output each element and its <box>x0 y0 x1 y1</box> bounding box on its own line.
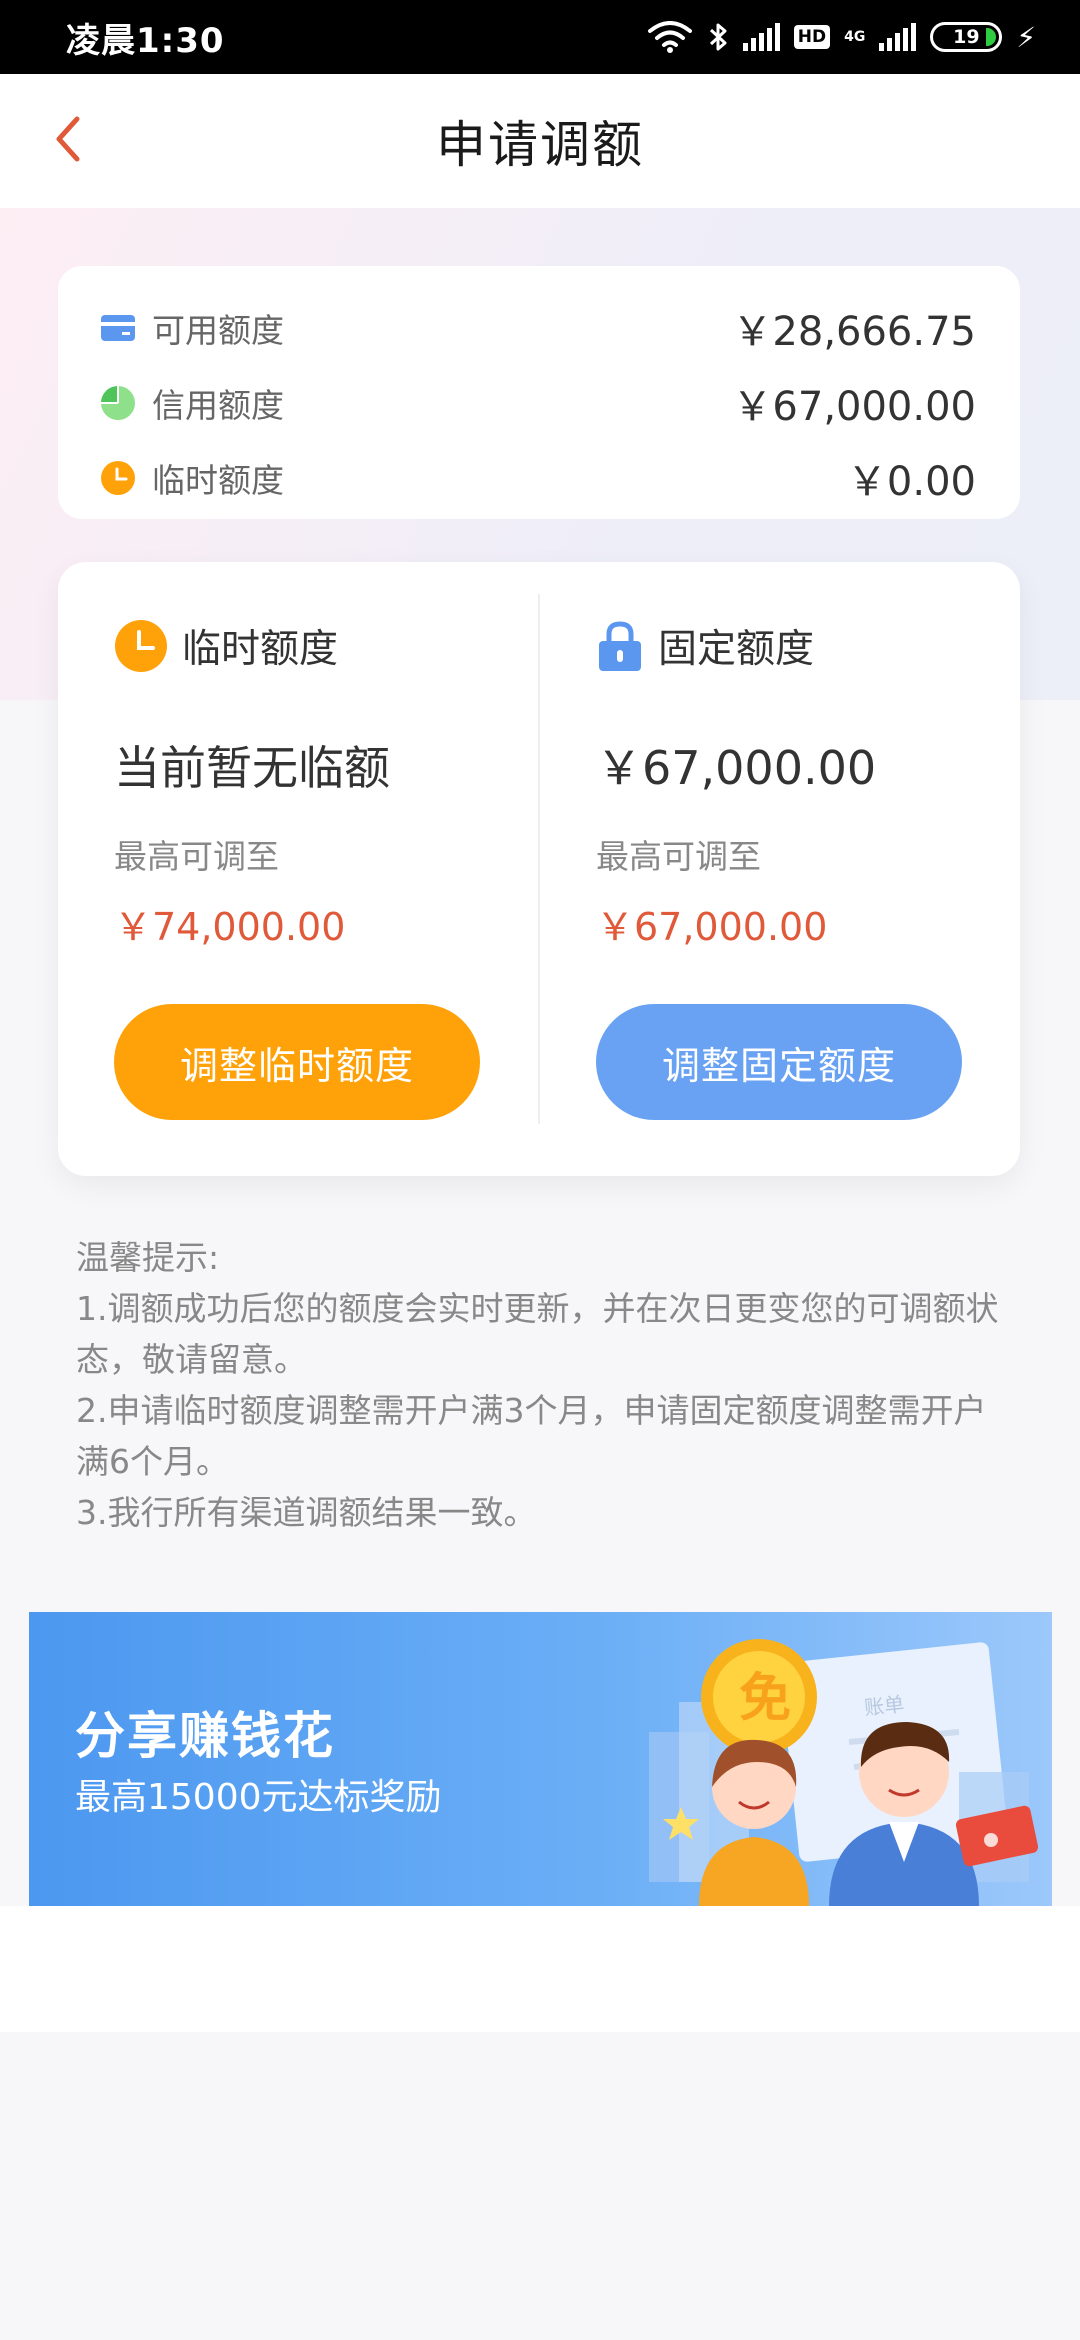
hd-badge: HD <box>793 25 831 49</box>
promo-banner[interactable]: 分享赚钱花 最高15000元达标奖励 账单 免 <box>29 1612 1052 1906</box>
battery-level: 19 <box>953 26 980 48</box>
wifi-icon <box>647 21 692 53</box>
column-divider <box>538 594 540 1124</box>
fixed-max-label: 最高可调至 <box>596 837 761 876</box>
chevron-left-icon <box>56 116 80 162</box>
status-time: 凌晨1:30 <box>66 20 225 61</box>
clock-icon <box>115 620 167 672</box>
summary-value: ￥67,000.00 <box>732 383 976 430</box>
temporary-max-value: ￥74,000.00 <box>114 905 346 949</box>
coin-icon: 免 <box>701 1639 817 1755</box>
tips-title: 温馨提示: <box>76 1238 220 1277</box>
navigation-header: 申请调额 <box>0 74 1080 208</box>
tips-line: 1.调额成功后您的额度会实时更新，并在次日更变您的可调额状态，敬请留意。 <box>76 1289 999 1379</box>
network-type: 4G <box>844 29 866 45</box>
temporary-limit-label: 临时额度 <box>182 627 339 672</box>
charging-icon: ⚡ <box>1016 20 1036 54</box>
temporary-max-label: 最高可调至 <box>114 837 279 876</box>
summary-label: 可用额度 <box>152 310 284 350</box>
fixed-limit-label: 固定额度 <box>658 627 815 672</box>
summary-row-credit: 信用额度 ￥67,000.00 <box>100 365 976 440</box>
adjust-temporary-limit-button[interactable]: 调整临时额度 <box>114 1004 480 1120</box>
temporary-limit-status: 当前暂无临额 <box>114 741 390 795</box>
pie-chart-icon <box>100 385 136 421</box>
summary-value: ￥28,666.75 <box>732 308 976 355</box>
coin-text: 免 <box>739 1669 791 1729</box>
status-bar: 凌晨1:30 HD 4G 19 ⚡ <box>0 0 1080 74</box>
signal-icon <box>742 23 780 51</box>
adjust-limit-card: 临时额度 当前暂无临额 最高可调至 ￥74,000.00 调整临时额度 固定额度… <box>58 562 1020 1176</box>
fixed-limit-column: 固定额度 ￥67,000.00 最高可调至 ￥67,000.00 调整固定额度 <box>596 562 976 1176</box>
summary-label: 信用额度 <box>152 385 284 425</box>
banner-title: 分享赚钱花 <box>75 1707 335 1765</box>
fixed-limit-current: ￥67,000.00 <box>596 741 877 795</box>
bill-paper-text: 账单 <box>863 1692 905 1720</box>
summary-value: ￥0.00 <box>846 458 976 505</box>
temporary-limit-column: 临时额度 当前暂无临额 最高可调至 ￥74,000.00 调整临时额度 <box>114 562 494 1176</box>
summary-row-temporary: 临时额度 ￥0.00 <box>100 440 976 515</box>
summary-row-available: 可用额度 ￥28,666.75 <box>100 290 976 365</box>
status-icons: HD 4G 19 ⚡ <box>647 21 1036 54</box>
bottom-spacer <box>0 1906 1080 2032</box>
bluetooth-icon <box>709 23 727 51</box>
banner-subtitle: 最高15000元达标奖励 <box>75 1777 442 1818</box>
clock-icon <box>100 460 136 496</box>
adjust-fixed-limit-button[interactable]: 调整固定额度 <box>596 1004 962 1120</box>
tips-line: 2.申请临时额度调整需开户满3个月，申请固定额度调整需开户满6个月。 <box>76 1391 987 1481</box>
fixed-max-value: ￥67,000.00 <box>596 905 828 949</box>
page-title: 申请调额 <box>436 116 644 174</box>
back-button[interactable] <box>32 104 102 174</box>
card-icon <box>100 310 136 346</box>
credit-summary-card: 可用额度 ￥28,666.75 信用额度 ￥67,000.00 临时额度 ￥0.… <box>58 266 1020 519</box>
battery-icon: 19 <box>930 22 1003 52</box>
tips-section: 温馨提示: 1.调额成功后您的额度会实时更新，并在次日更变您的可调额状态，敬请留… <box>76 1232 1016 1538</box>
tips-line: 3.我行所有渠道调额结果一致。 <box>76 1493 537 1532</box>
summary-label: 临时额度 <box>152 460 284 500</box>
lock-icon <box>599 621 641 671</box>
signal-icon-2 <box>879 23 917 51</box>
promo-illustration: 账单 免 <box>649 1639 1039 1906</box>
